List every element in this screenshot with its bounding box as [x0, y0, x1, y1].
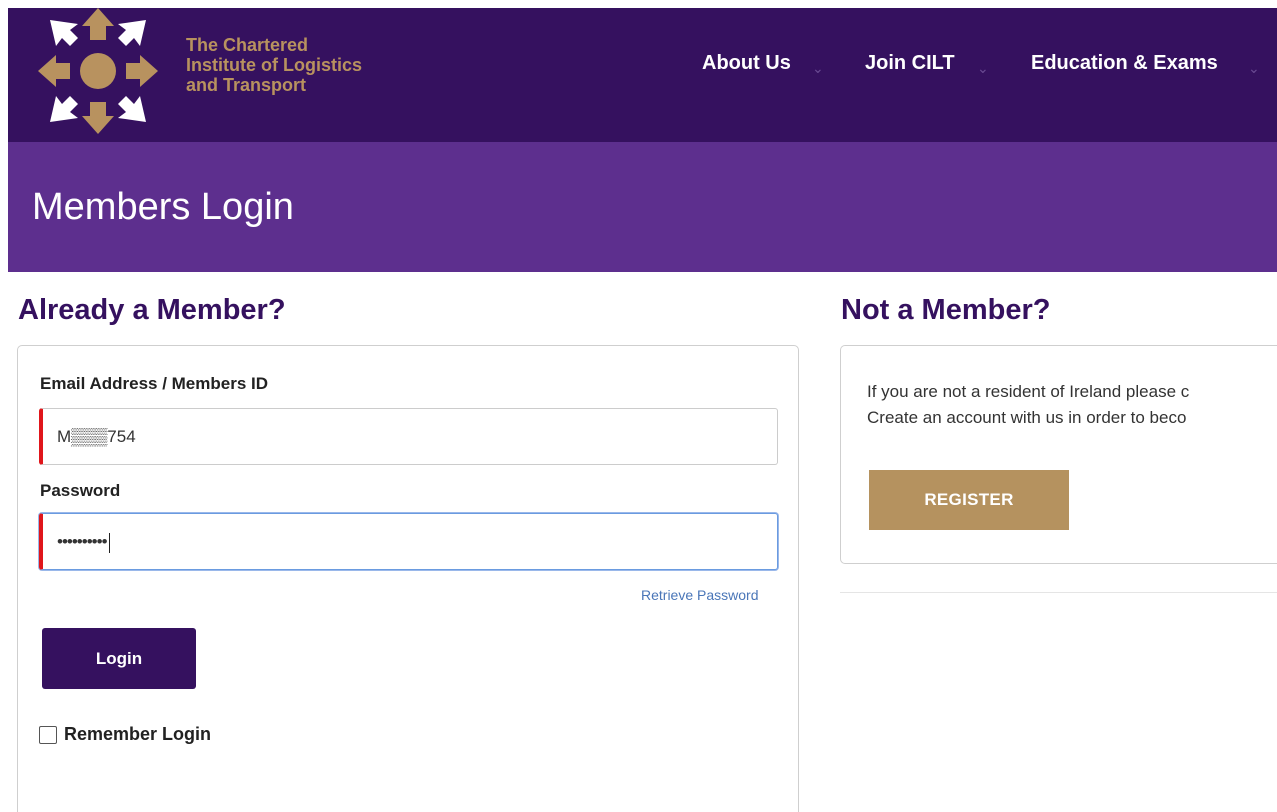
register-button[interactable]: REGISTER: [869, 470, 1069, 530]
password-dots: ••••••••••: [57, 532, 108, 551]
remember-login-checkbox[interactable]: [39, 726, 57, 744]
retrieve-password-link[interactable]: Retrieve Password: [641, 587, 759, 603]
register-info-line-2: Create an account with us in order to be…: [867, 408, 1187, 427]
chevron-down-icon[interactable]: ⌄: [1248, 60, 1260, 77]
brand-line-3: and Transport: [186, 75, 307, 95]
register-heading: Not a Member?: [841, 294, 1051, 326]
section-divider: [840, 592, 1277, 593]
chevron-down-icon[interactable]: ⌄: [812, 60, 824, 77]
email-field[interactable]: M▒▒▒754: [39, 408, 778, 465]
brand-line-1: The Chartered: [186, 35, 309, 55]
brand-name[interactable]: The Chartered Institute of Logistics and…: [186, 35, 362, 95]
brand-line-2: Institute of Logistics: [186, 55, 363, 75]
login-heading: Already a Member?: [18, 294, 286, 326]
chevron-down-icon[interactable]: ⌄: [977, 60, 989, 77]
page-title-band: Members Login: [8, 142, 1277, 272]
register-info-line-1: If you are not a resident of Ireland ple…: [867, 382, 1190, 401]
email-value: M▒▒▒754: [57, 427, 136, 446]
email-label: Email Address / Members ID: [40, 374, 269, 393]
password-field[interactable]: ••••••••••: [39, 513, 778, 570]
nav-item-about-us[interactable]: About Us: [702, 52, 791, 75]
password-value: ••••••••••: [57, 532, 110, 553]
nav-item-education-exams[interactable]: Education & Exams: [1031, 52, 1218, 75]
header-bar: The Chartered Institute of Logistics and…: [8, 8, 1277, 142]
register-card: If you are not a resident of Ireland ple…: [840, 345, 1277, 564]
compass-arrows-logo-icon[interactable]: [38, 8, 178, 142]
password-label: Password: [40, 481, 121, 500]
nav-item-join-cilt[interactable]: Join CILT: [865, 52, 955, 75]
login-card: Email Address / Members ID M▒▒▒754 Passw…: [17, 345, 799, 812]
remember-login-label[interactable]: Remember Login: [64, 724, 211, 745]
login-button[interactable]: Login: [42, 628, 196, 689]
site-header: The Chartered Institute of Logistics and…: [0, 0, 1277, 142]
page-title: Members Login: [32, 186, 294, 228]
text-cursor: [108, 532, 110, 553]
